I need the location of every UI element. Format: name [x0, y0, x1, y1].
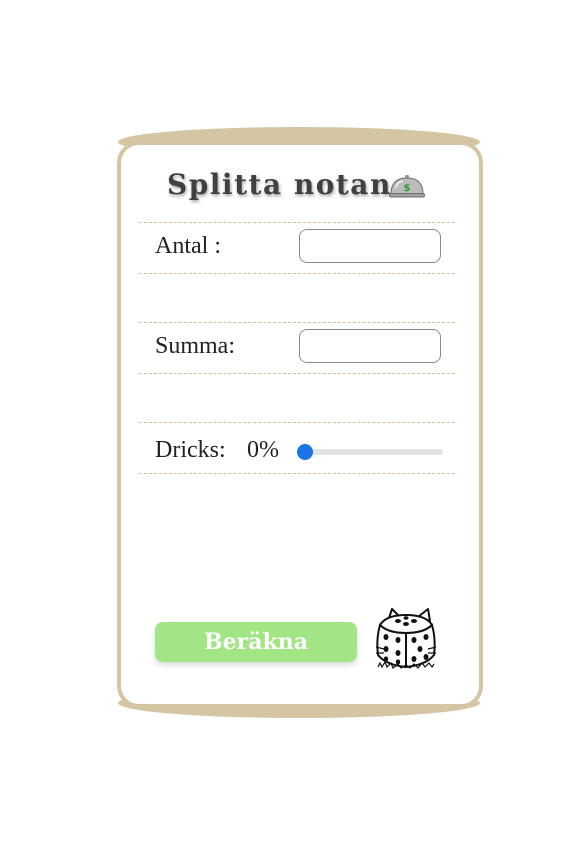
antal-input[interactable] — [299, 229, 441, 263]
antal-row: Antal : — [139, 222, 455, 274]
dricks-slider-thumb[interactable] — [297, 444, 313, 460]
dricks-row: Dricks: 0% — [139, 422, 455, 474]
page-title: Splitta notan — [167, 168, 392, 201]
summa-row: Summa: — [139, 322, 455, 374]
dricks-slider[interactable] — [297, 444, 443, 460]
antal-label: Antal : — [155, 233, 221, 259]
app-stage: Splitta notan $ Antal : Summa: Dricks: 0… — [0, 0, 582, 856]
dricks-value: 0% — [247, 437, 279, 463]
cat-dice-icon — [375, 608, 437, 669]
dricks-label: Dricks: — [155, 437, 226, 463]
calculate-button[interactable]: Beräkna — [155, 622, 357, 662]
summa-label: Summa: — [155, 333, 236, 359]
cloche-icon: $ — [389, 175, 425, 198]
summa-input[interactable] — [299, 329, 441, 363]
svg-text:$: $ — [404, 183, 411, 194]
